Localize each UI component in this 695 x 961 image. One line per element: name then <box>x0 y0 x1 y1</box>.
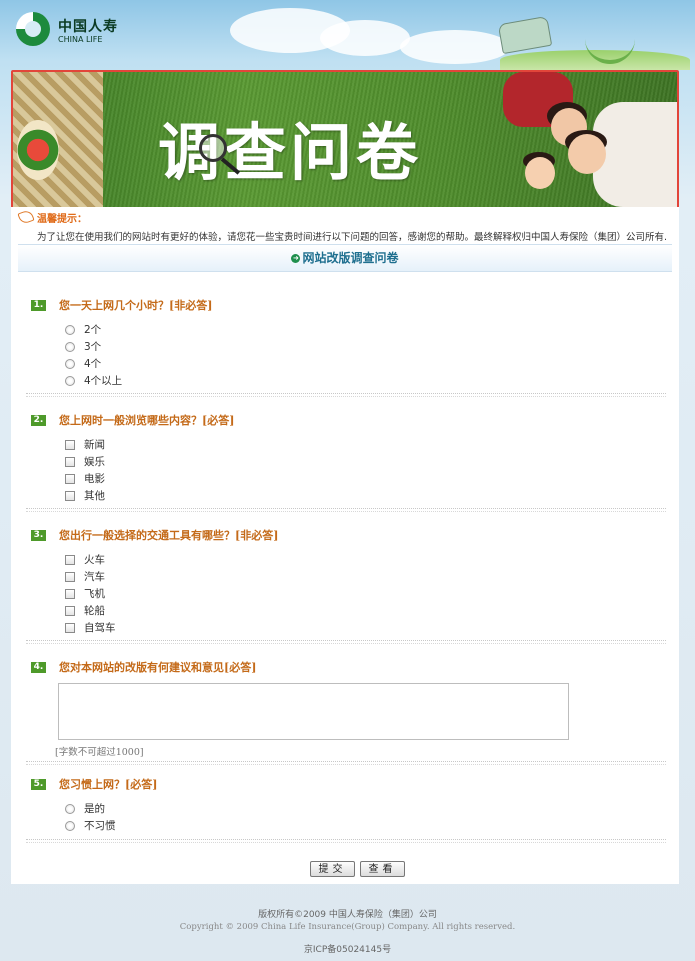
question-number: 4. <box>31 662 46 673</box>
divider <box>26 640 666 644</box>
question-number: 5. <box>31 779 46 790</box>
radio-button[interactable] <box>65 359 75 369</box>
radio-option[interactable]: 3个 <box>65 339 101 353</box>
survey-header: ➜ 网站改版调查问卷 <box>18 244 672 272</box>
option-label: 不习惯 <box>84 820 116 832</box>
brand-name-cn: 中国人寿 <box>58 19 118 35</box>
question-text: 您习惯上网？[必答] <box>59 778 158 791</box>
character-limit-note: [字数不可超过1000] <box>55 747 144 758</box>
option-label: 汽车 <box>84 571 105 583</box>
question-number: 3. <box>31 530 46 541</box>
arrow-right-icon: ➜ <box>291 253 301 263</box>
radio-option[interactable]: 4个 <box>65 356 101 370</box>
family-photo <box>473 72 677 209</box>
checkbox-option[interactable]: 电影 <box>65 471 105 485</box>
radio-button[interactable] <box>65 342 75 352</box>
option-label: 4个 <box>84 358 102 370</box>
radio-button[interactable] <box>65 376 75 386</box>
radio-option[interactable]: 2个 <box>65 322 101 336</box>
option-label: 轮船 <box>84 605 105 617</box>
checkbox-option[interactable]: 飞机 <box>65 586 105 600</box>
footer-copyright-cn: 版权所有©2009 中国人寿保险（集团）公司 <box>258 910 437 920</box>
footer-icp[interactable]: 京ICP备05024145号 <box>0 942 695 955</box>
option-label: 是的 <box>84 803 105 815</box>
divider <box>26 839 666 843</box>
checkbox[interactable] <box>65 623 75 633</box>
option-label: 新闻 <box>84 439 105 451</box>
checkbox-option[interactable]: 汽车 <box>65 569 105 583</box>
question-number: 2. <box>31 415 46 426</box>
family-photo-part <box>525 157 555 189</box>
checkbox[interactable] <box>65 474 75 484</box>
tips-text: 为了让您在使用我们的网站时有更好的体验，请您花一些宝贵时间进行以下问题的回答，感… <box>37 232 668 243</box>
radio-button[interactable] <box>65 821 75 831</box>
brand-name-en: CHINA LIFE <box>58 35 103 44</box>
survey-banner: 调查问卷 <box>11 70 679 211</box>
checkbox-option[interactable]: 自驾车 <box>65 620 116 634</box>
question-number: 1. <box>31 300 46 311</box>
option-label: 其他 <box>84 490 105 502</box>
survey-title: 网站改版调查问卷 <box>302 251 399 265</box>
van-icon <box>497 15 553 55</box>
option-label: 火车 <box>84 554 105 566</box>
radio-button[interactable] <box>65 325 75 335</box>
radio-option[interactable]: 不习惯 <box>65 818 116 832</box>
question-text: 您一天上网几个小时？[非必答] <box>59 299 213 312</box>
checkbox[interactable] <box>65 491 75 501</box>
question-text: 您出行一般选择的交通工具有哪些？[非必答] <box>59 529 279 542</box>
checkbox-option[interactable]: 其他 <box>65 488 105 502</box>
option-label: 飞机 <box>84 588 105 600</box>
checkbox-option[interactable]: 新闻 <box>65 437 105 451</box>
checkbox[interactable] <box>65 440 75 450</box>
cloud-decoration <box>320 20 410 56</box>
logo-mark-icon <box>16 12 50 46</box>
submit-button[interactable]: 提交 <box>310 861 355 877</box>
banner-title: 调查问卷 <box>158 116 423 189</box>
tips-title: 温馨提示： <box>37 214 87 225</box>
divider <box>26 761 666 765</box>
cloud-decoration <box>400 30 510 64</box>
checkbox[interactable] <box>65 555 75 565</box>
radio-option[interactable]: 4个以上 <box>65 373 122 387</box>
fruit-basket-image <box>17 120 59 180</box>
view-button[interactable]: 查看 <box>360 861 405 877</box>
radio-option[interactable]: 是的 <box>65 801 105 815</box>
option-label: 自驾车 <box>84 622 116 634</box>
checkbox-option[interactable]: 轮船 <box>65 603 105 617</box>
option-label: 娱乐 <box>84 456 105 468</box>
checkbox[interactable] <box>65 589 75 599</box>
checkbox-option[interactable]: 火车 <box>65 552 105 566</box>
pencil-icon <box>17 208 35 226</box>
option-label: 4个以上 <box>84 375 123 387</box>
option-label: 2个 <box>84 324 102 336</box>
option-label: 电影 <box>84 473 105 485</box>
checkbox-option[interactable]: 娱乐 <box>65 454 105 468</box>
divider <box>26 393 666 397</box>
magnifier-icon <box>199 134 227 162</box>
divider <box>26 508 666 512</box>
radio-button[interactable] <box>65 804 75 814</box>
survey-panel: 温馨提示： 为了让您在使用我们的网站时有更好的体验，请您花一些宝贵时间进行以下问… <box>11 207 679 884</box>
footer-copyright-en: Copyright © 2009 China Life Insurance(Gr… <box>179 922 516 932</box>
checkbox[interactable] <box>65 457 75 467</box>
family-photo-part <box>568 134 606 174</box>
option-label: 3个 <box>84 341 102 353</box>
checkbox[interactable] <box>65 606 75 616</box>
question-text: 您上网时一般浏览哪些内容？[必答] <box>59 414 235 427</box>
checkbox[interactable] <box>65 572 75 582</box>
question-text: 您对本网站的改版有何建议和意见[必答] <box>59 661 257 674</box>
suggestion-textarea[interactable] <box>58 683 569 740</box>
